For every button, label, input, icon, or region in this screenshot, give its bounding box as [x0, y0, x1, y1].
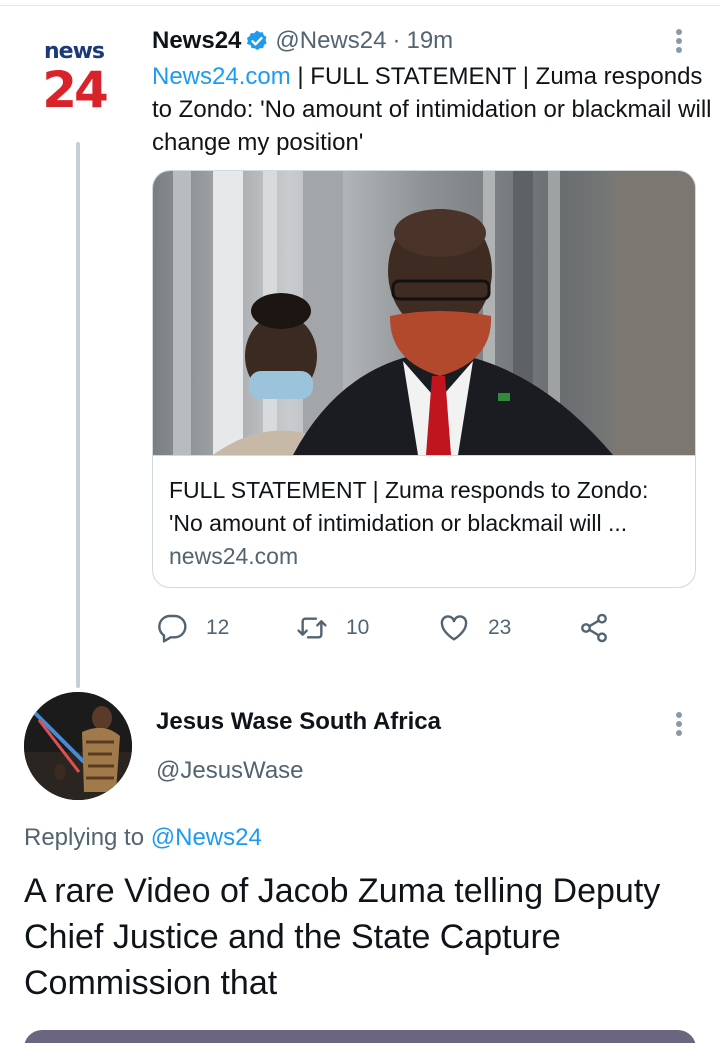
tweet-actions: 12 10 23 — [152, 610, 672, 646]
top-divider — [0, 0, 720, 6]
tweet-timestamp[interactable]: 19m — [406, 27, 453, 55]
tweet-link[interactable]: News24.com — [152, 63, 291, 90]
reply-icon — [158, 614, 187, 643]
share-icon — [581, 613, 607, 643]
card-domain: news24.com — [169, 543, 299, 569]
retweet-count: 10 — [346, 616, 370, 639]
like-count: 23 — [488, 616, 512, 639]
reply-count: 12 — [206, 616, 230, 639]
author-handle[interactable]: @News24 — [275, 27, 386, 55]
like-icon — [440, 615, 468, 641]
thread-connector-line — [76, 142, 80, 688]
logo-text-24: 24 — [42, 61, 109, 119]
reply-button[interactable]: 12 — [156, 610, 229, 646]
more-options-icon[interactable] — [664, 26, 694, 56]
replying-mention[interactable]: @News24 — [151, 824, 262, 851]
link-preview-card[interactable]: FULL STATEMENT | Zuma responds to Zondo:… — [152, 170, 696, 588]
author-name[interactable]: News24 — [152, 27, 241, 55]
retweet-icon — [297, 617, 327, 639]
tweet-header: News24 @News24 · 19m — [152, 26, 453, 56]
reply-text: A rare Video of Jacob Zuma telling Deput… — [24, 872, 661, 1002]
share-button[interactable] — [578, 610, 628, 646]
more-options-icon[interactable] — [664, 709, 694, 739]
jesuswase-avatar[interactable] — [24, 692, 132, 800]
like-button[interactable]: 23 — [438, 610, 511, 646]
news24-avatar[interactable]: news 24 — [28, 40, 128, 130]
card-body[interactable]: FULL STATEMENT | Zuma responds to Zondo:… — [153, 455, 695, 587]
reply-author-name[interactable]: Jesus Wase South Africa — [156, 708, 441, 736]
card-title-line-2: 'No amount of intimidation or blackmail … — [169, 510, 628, 536]
retweet-button[interactable]: 10 — [296, 610, 369, 646]
tweet-text: News24.com | FULL STATEMENT | Zuma respo… — [152, 60, 712, 159]
replying-to-line: Replying to @News24 — [24, 824, 262, 852]
verified-badge-icon — [247, 30, 267, 51]
separator-dot: · — [392, 27, 401, 54]
reply-media-preview[interactable] — [24, 1030, 696, 1043]
replying-prefix: Replying to — [24, 824, 151, 851]
reply-author-handle[interactable]: @JesusWase — [156, 757, 304, 785]
card-title-line-1: FULL STATEMENT | Zuma responds to Zondo: — [169, 477, 649, 503]
card-thumbnail-image — [153, 171, 695, 455]
